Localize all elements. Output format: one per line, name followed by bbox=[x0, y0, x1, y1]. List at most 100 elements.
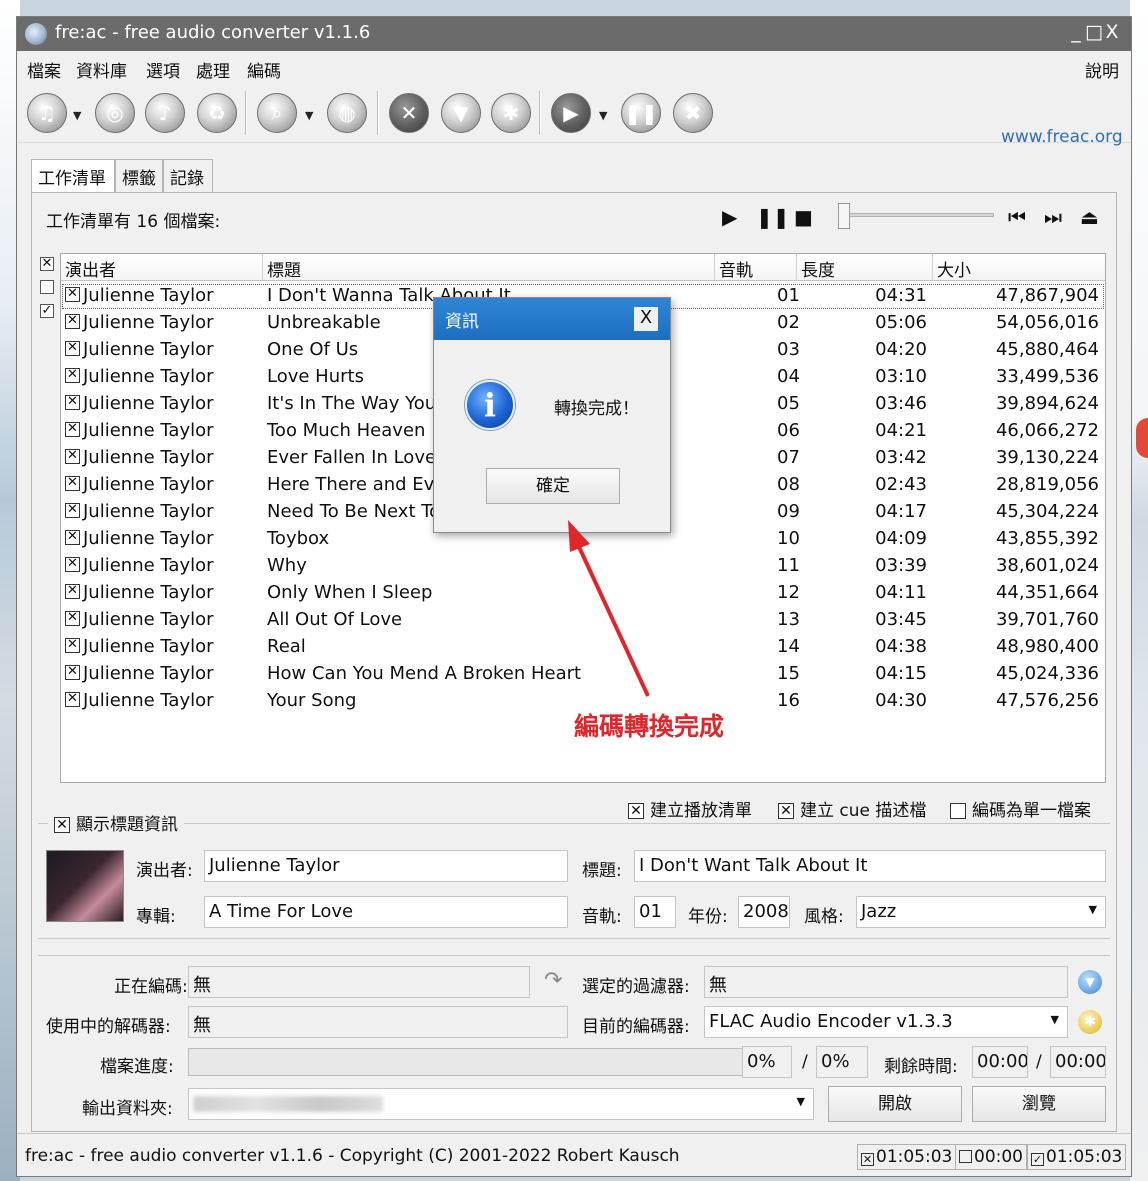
next-track-icon[interactable]: ⏭ bbox=[1044, 205, 1062, 229]
total-progress-percent: 0% bbox=[816, 1046, 868, 1078]
row-checkbox[interactable]: ✕ bbox=[65, 584, 80, 599]
cell-track: 01 bbox=[777, 285, 800, 306]
row-checkbox[interactable]: ✕ bbox=[65, 314, 80, 329]
column-header-track[interactable]: 音軌 bbox=[715, 254, 797, 281]
chevron-down-icon[interactable]: ▼ bbox=[1051, 1013, 1059, 1026]
playlist-checkbox[interactable]: ✕ bbox=[628, 803, 644, 819]
column-header-size[interactable]: 大小 bbox=[933, 254, 1105, 281]
add-files-dropdown-icon[interactable]: ▼ bbox=[73, 109, 81, 122]
maximize-button[interactable]: □ bbox=[1085, 21, 1103, 43]
artist-field[interactable]: Julienne Taylor bbox=[204, 850, 568, 882]
gear-icon[interactable]: ✱ bbox=[491, 93, 531, 133]
remaining-time-label: 剩餘時間: bbox=[884, 1057, 958, 1077]
start-dropdown-icon[interactable]: ▼ bbox=[599, 109, 607, 122]
play-icon[interactable]: ▶ bbox=[722, 205, 737, 229]
row-checkbox[interactable]: ✕ bbox=[65, 287, 80, 302]
column-header-length[interactable]: 長度 bbox=[797, 254, 933, 281]
dialog-close-button[interactable]: X bbox=[634, 307, 658, 331]
settings-tools-icon[interactable]: ✕ bbox=[389, 93, 429, 133]
option-single-file[interactable]: 編碼為單一檔案 bbox=[950, 796, 1091, 821]
row-checkbox[interactable]: ✕ bbox=[65, 530, 80, 545]
row-checkbox[interactable]: ✕ bbox=[65, 341, 80, 356]
cell-artist: Julienne Taylor bbox=[83, 663, 214, 684]
row-checkbox[interactable]: ✕ bbox=[65, 503, 80, 518]
start-encoding-icon[interactable]: ▶ bbox=[551, 93, 591, 133]
row-checkbox[interactable]: ✕ bbox=[65, 449, 80, 464]
row-checkbox[interactable]: ✕ bbox=[65, 395, 80, 410]
dialog-ok-button[interactable]: 確定 bbox=[486, 468, 620, 504]
column-header-artist[interactable]: 演出者 bbox=[61, 254, 263, 281]
eject-icon[interactable]: ⏏ bbox=[1080, 205, 1099, 229]
cddb-dropdown-icon[interactable]: ▼ bbox=[305, 109, 313, 122]
filter-icon[interactable]: ▼ bbox=[1078, 970, 1102, 994]
add-files-icon[interactable]: ♫ bbox=[27, 93, 67, 133]
pause-encoding-icon[interactable]: ❚❚ bbox=[621, 93, 661, 133]
toggle-selection-checkbox[interactable]: ✓ bbox=[40, 304, 54, 318]
pause-icon[interactable]: ❚❚ bbox=[756, 205, 790, 229]
menu-file[interactable]: 檔案 bbox=[27, 57, 61, 82]
cddb-submit-icon[interactable]: ◍ bbox=[327, 93, 367, 133]
option-create-cue[interactable]: ✕ 建立 cue 描述檔 bbox=[778, 796, 926, 821]
tab-joblist[interactable]: 工作清單 bbox=[31, 159, 115, 195]
row-checkbox[interactable]: ✕ bbox=[65, 368, 80, 383]
row-checkbox[interactable]: ✕ bbox=[65, 611, 80, 626]
open-folder-button[interactable]: 開啟 bbox=[828, 1086, 962, 1122]
row-checkbox[interactable]: ✕ bbox=[65, 638, 80, 653]
menu-encode[interactable]: 編碼 bbox=[247, 57, 281, 82]
cd-audio-icon[interactable]: ♪ bbox=[145, 93, 185, 133]
menu-process[interactable]: 處理 bbox=[196, 57, 230, 82]
seek-slider-track[interactable] bbox=[844, 213, 994, 217]
tab-log[interactable]: 記錄 bbox=[163, 159, 213, 193]
menu-help[interactable]: 說明 bbox=[1085, 57, 1119, 82]
year-field[interactable]: 2008 bbox=[738, 896, 790, 928]
track-field[interactable]: 01 bbox=[634, 896, 676, 928]
minimize-button[interactable]: _ bbox=[1067, 21, 1085, 43]
cell-length: 03:42 bbox=[875, 447, 927, 468]
stop-icon[interactable]: ■ bbox=[794, 205, 813, 229]
encoder-select[interactable]: FLAC Audio Encoder v1.3.3 ▼ bbox=[704, 1006, 1068, 1038]
file-progress-label: 檔案進度: bbox=[100, 1057, 174, 1077]
column-header-title[interactable]: 標題 bbox=[263, 254, 715, 281]
option-create-playlist[interactable]: ✕ 建立播放清單 bbox=[628, 796, 752, 821]
clear-list-icon[interactable]: ♻ bbox=[197, 93, 237, 133]
row-checkbox[interactable]: ✕ bbox=[65, 476, 80, 491]
row-checkbox[interactable]: ✕ bbox=[65, 422, 80, 437]
stop-encoding-icon[interactable]: ✖ bbox=[673, 93, 713, 133]
menu-database[interactable]: 資料庫 bbox=[76, 57, 127, 82]
cue-label: 建立 cue 描述檔 bbox=[800, 801, 927, 821]
output-folder-select[interactable]: ▼ bbox=[188, 1088, 814, 1120]
add-cd-icon[interactable]: ◎ bbox=[95, 93, 135, 133]
website-link[interactable]: www.freac.org bbox=[1001, 127, 1123, 147]
cddb-query-icon[interactable]: ⌕ bbox=[257, 93, 297, 133]
browse-folder-button[interactable]: 瀏覽 bbox=[972, 1086, 1106, 1122]
menu-options[interactable]: 選項 bbox=[146, 57, 180, 82]
show-title-info-checkbox[interactable]: ✕ bbox=[54, 817, 70, 833]
chevron-down-icon[interactable]: ▼ bbox=[1089, 903, 1097, 916]
chevron-down-icon[interactable]: ▼ bbox=[797, 1095, 805, 1108]
close-button[interactable]: X bbox=[1103, 21, 1121, 43]
cue-checkbox[interactable]: ✕ bbox=[778, 803, 794, 819]
previous-track-icon[interactable]: ⏮ bbox=[1008, 205, 1026, 229]
show-title-info-label: 顯示標題資訊 bbox=[76, 815, 178, 835]
album-field[interactable]: A Time For Love bbox=[204, 896, 568, 928]
dialog-message: 轉換完成！ bbox=[554, 399, 639, 419]
select-all-checkbox[interactable]: ✕ bbox=[40, 257, 54, 271]
single-file-checkbox[interactable] bbox=[950, 803, 966, 819]
seek-slider-thumb[interactable] bbox=[838, 203, 850, 229]
title-field[interactable]: I Don't Want Talk About It bbox=[634, 850, 1106, 882]
encoder-settings-gear-icon[interactable]: ✱ bbox=[1078, 1010, 1102, 1034]
filter-icon[interactable]: ▼ bbox=[441, 93, 481, 133]
annotation-arrow bbox=[568, 520, 650, 697]
cell-length: 04:21 bbox=[875, 420, 927, 441]
select-none-checkbox[interactable] bbox=[40, 280, 54, 294]
cell-title: Ever Fallen In Love bbox=[267, 447, 437, 468]
skip-arrow-icon[interactable]: ↷ bbox=[544, 968, 562, 993]
genre-select[interactable]: Jazz ▼ bbox=[856, 896, 1106, 928]
file-progress-percent: 0% bbox=[742, 1046, 792, 1078]
row-checkbox[interactable]: ✕ bbox=[65, 665, 80, 680]
show-title-info-toggle[interactable]: ✕ 顯示標題資訊 bbox=[48, 810, 184, 835]
status-box: 正在編碼: 無 ↷ 選定的過濾器: 無 ▼ 使用中的解碼器: 無 目前的編碼器:… bbox=[38, 955, 1110, 1125]
tab-tags[interactable]: 標籤 bbox=[115, 159, 163, 193]
row-checkbox[interactable]: ✕ bbox=[65, 557, 80, 572]
row-checkbox[interactable]: ✕ bbox=[65, 692, 80, 707]
